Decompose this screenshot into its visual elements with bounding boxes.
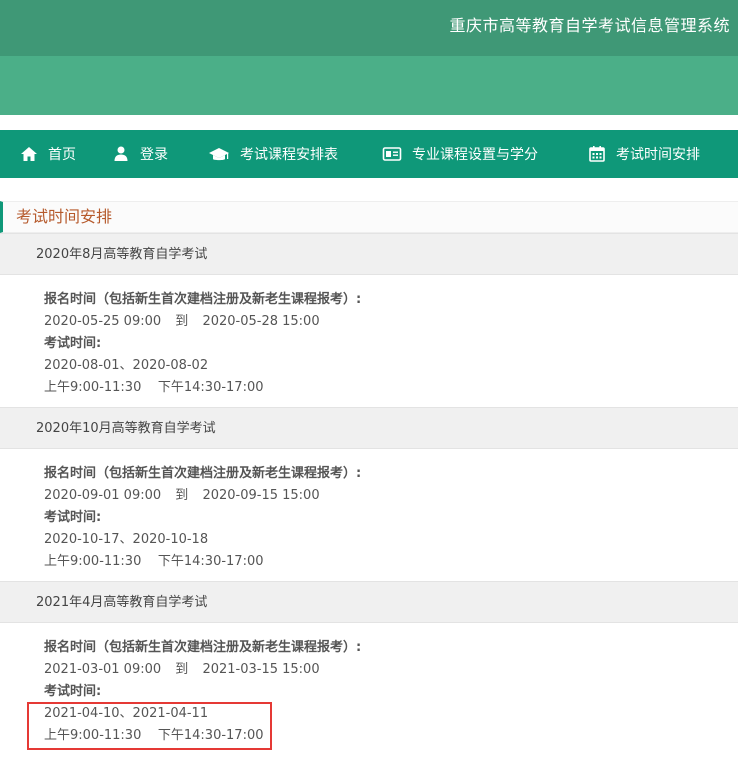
nav-course-schedule[interactable]: 考试课程安排表: [208, 130, 338, 178]
registration-start: 2021-03-01 09:00: [44, 662, 162, 677]
exam-time-label: 考试时间:: [44, 684, 102, 699]
exam-dates: 2020-08-01、2020-08-02: [44, 358, 209, 373]
site-title: 重庆市高等教育自学考试信息管理系统: [449, 16, 730, 35]
registration-period: 2020-09-01 09:00 到 2020-09-15 15:00: [44, 485, 738, 507]
exam-details: 报名时间（包括新生首次建档注册及新老生课程报考）: 2020-05-25 09:…: [0, 275, 738, 407]
exam-time-label: 考试时间:: [44, 336, 102, 351]
nav-exam-time-label: 考试时间安排: [616, 147, 700, 163]
exam-heading: 2020年10月高等教育自学考试: [0, 407, 738, 449]
exam-details: 报名时间（包括新生首次建档注册及新老生课程报考）: 2020-09-01 09:…: [0, 449, 738, 581]
exam-heading: 2021年4月高等教育自学考试: [0, 581, 738, 623]
exam-time-label: 考试时间:: [44, 510, 102, 525]
registration-label: 报名时间（包括新生首次建档注册及新老生课程报考）:: [44, 466, 362, 481]
graduation-cap-icon: [208, 145, 230, 163]
registration-period: 2021-03-01 09:00 到 2021-03-15 15:00: [44, 659, 738, 681]
to-label: 到: [175, 662, 189, 677]
registration-end: 2020-05-28 15:00: [202, 314, 320, 329]
nav-home[interactable]: 首页: [20, 130, 76, 178]
nav-exam-time[interactable]: 考试时间安排: [588, 130, 700, 178]
exam-hours: 上午9:00-11:30 下午14:30-17:00: [44, 554, 264, 569]
nav-major-courses-label: 专业课程设置与学分: [412, 147, 538, 163]
main-nav: 首页 登录 考试课程安排表 专业课程设置与学分 考试时间安排: [0, 130, 738, 178]
nav-login[interactable]: 登录: [112, 130, 168, 178]
site-header: 重庆市高等教育自学考试信息管理系统: [0, 0, 738, 115]
header-top-band: 重庆市高等教育自学考试信息管理系统: [0, 0, 738, 56]
exam-heading: 2020年8月高等教育自学考试: [0, 233, 738, 275]
registration-label: 报名时间（包括新生首次建档注册及新老生课程报考）:: [44, 640, 362, 655]
id-card-icon: [382, 145, 402, 163]
nav-course-schedule-label: 考试课程安排表: [240, 147, 338, 163]
to-label: 到: [175, 488, 189, 503]
exam-list: 2020年8月高等教育自学考试 报名时间（包括新生首次建档注册及新老生课程报考）…: [0, 233, 738, 755]
section-title: 考试时间安排: [0, 201, 738, 233]
nav-major-courses[interactable]: 专业课程设置与学分: [382, 130, 538, 178]
registration-start: 2020-05-25 09:00: [44, 314, 162, 329]
exam-hours: 上午9:00-11:30 下午14:30-17:00: [44, 380, 264, 395]
calendar-icon: [588, 145, 606, 163]
nav-home-label: 首页: [48, 147, 76, 163]
home-icon: [20, 145, 38, 163]
nav-login-label: 登录: [140, 147, 168, 163]
user-icon: [112, 145, 130, 163]
registration-end: 2020-09-15 15:00: [202, 488, 320, 503]
registration-period: 2020-05-25 09:00 到 2020-05-28 15:00: [44, 311, 738, 333]
exam-dates: 2020-10-17、2020-10-18: [44, 532, 209, 547]
registration-label: 报名时间（包括新生首次建档注册及新老生课程报考）:: [44, 292, 362, 307]
registration-start: 2020-09-01 09:00: [44, 488, 162, 503]
to-label: 到: [175, 314, 189, 329]
registration-end: 2021-03-15 15:00: [202, 662, 320, 677]
highlight-box: [27, 702, 272, 750]
